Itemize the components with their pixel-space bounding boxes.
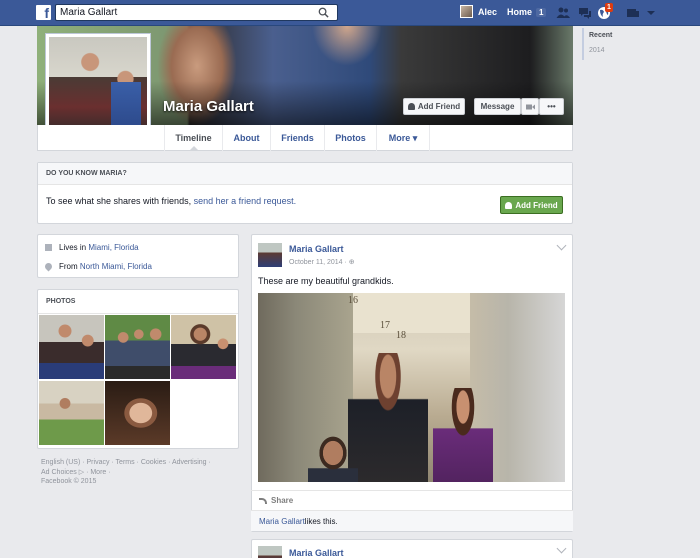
profile-name[interactable]: Maria Gallart	[163, 98, 254, 115]
share-button[interactable]: Share	[271, 496, 293, 505]
video-call-button[interactable]	[521, 98, 539, 115]
more-options-label: •••	[547, 102, 556, 111]
post-photo[interactable]: 16 17 18	[258, 293, 565, 482]
post-actions-bar: Share	[251, 490, 573, 510]
photo-sign: 17	[380, 320, 390, 331]
likes-name-link[interactable]: Maria Gallart	[259, 517, 305, 526]
message-button[interactable]: Message	[474, 98, 521, 115]
photos-heading[interactable]: PHOTOS	[38, 290, 238, 314]
post-date[interactable]: October 11, 2014 · ⊕	[289, 258, 355, 266]
post-author-name[interactable]: Maria Gallart	[289, 244, 344, 254]
search-icon[interactable]	[318, 7, 329, 18]
profile-tabs: Timeline About Friends Photos More ▾	[37, 125, 573, 151]
photo-sign: 16	[348, 295, 358, 306]
from-link[interactable]: North Miami, Florida	[80, 262, 152, 271]
tab-more[interactable]: More ▾	[376, 125, 430, 151]
notification-count-badge: 1	[605, 3, 613, 12]
message-label: Message	[480, 102, 515, 111]
send-friend-request-link[interactable]: send her a friend request.	[194, 196, 297, 206]
post-text: These are my beautiful grandkids.	[258, 276, 394, 286]
photo-thumbnail[interactable]	[39, 315, 104, 379]
footer-line-2[interactable]: Ad Choices ▷ · More ·	[41, 468, 236, 478]
home-count-badge: 1	[536, 7, 547, 17]
scroller-item-2014[interactable]: 2014	[582, 43, 662, 58]
privacy-shortcuts-icon[interactable]	[626, 6, 640, 20]
home-icon	[45, 244, 52, 251]
from-row: From North Miami, Florida	[38, 257, 238, 276]
scroller-item-recent[interactable]: Recent	[582, 28, 662, 43]
photo-thumbnail[interactable]	[105, 381, 170, 445]
photo-thumbnail[interactable]	[171, 315, 236, 379]
photo-sign: 18	[396, 330, 406, 341]
user-avatar	[460, 5, 473, 18]
add-friend-icon	[505, 201, 513, 209]
tab-timeline[interactable]: Timeline	[164, 125, 222, 151]
nav-home-label: Home	[507, 7, 533, 17]
intro-card: Lives in Miami, Florida From North Miami…	[37, 234, 239, 278]
nav-user-profile-link[interactable]: Alec	[460, 5, 497, 18]
more-options-button[interactable]: •••	[539, 98, 564, 115]
post-author-name[interactable]: Maria Gallart	[289, 548, 344, 558]
tab-friends[interactable]: Friends	[270, 125, 324, 151]
search-input[interactable]	[56, 5, 306, 20]
tab-photos[interactable]: Photos	[324, 125, 376, 151]
account-menu-chevron-down-icon[interactable]	[644, 6, 658, 20]
friend-requests-icon[interactable]	[556, 6, 570, 20]
do-you-know-box: DO YOU KNOW MARIA? To see what she share…	[37, 162, 573, 224]
search-box[interactable]	[55, 4, 338, 21]
nav-home-link[interactable]: Home 1	[507, 7, 547, 17]
photo-thumbnail[interactable]	[105, 315, 170, 379]
do-you-know-text: To see what she shares with friends, sen…	[46, 196, 297, 206]
nav-user-name: Alec	[478, 6, 498, 17]
timeline-scroller: Recent 2014	[582, 28, 662, 60]
add-friend-green-button[interactable]: Add Friend	[500, 196, 563, 214]
share-icon	[259, 497, 267, 504]
add-friend-green-label: Add Friend	[515, 200, 558, 210]
add-friend-label: Add Friend	[417, 102, 461, 111]
add-friend-button[interactable]: Add Friend	[403, 98, 465, 115]
top-navigation-bar: f Alec Home 1 1	[0, 0, 700, 26]
footer-links: English (US) · Privacy · Terms · Cookies…	[41, 458, 236, 487]
post-author-avatar[interactable]	[258, 546, 282, 558]
photo-thumbnail[interactable]	[39, 381, 104, 445]
lives-in-link[interactable]: Miami, Florida	[88, 243, 138, 252]
do-you-know-heading: DO YOU KNOW MARIA?	[38, 163, 572, 185]
footer-line-1[interactable]: English (US) · Privacy · Terms · Cookies…	[41, 458, 236, 468]
tab-about[interactable]: About	[222, 125, 270, 151]
location-pin-icon	[43, 261, 54, 272]
add-friend-icon	[407, 103, 415, 110]
messages-icon[interactable]	[578, 6, 592, 20]
lives-in-row: Lives in Miami, Florida	[38, 238, 238, 257]
facebook-logo[interactable]: f	[36, 5, 51, 21]
video-camera-icon	[525, 104, 535, 109]
photos-card: PHOTOS	[37, 289, 239, 449]
footer-copyright: Facebook © 2015	[41, 478, 97, 485]
post-author-avatar[interactable]	[258, 243, 282, 267]
post-likes: Maria Gallart likes this.	[251, 510, 573, 531]
